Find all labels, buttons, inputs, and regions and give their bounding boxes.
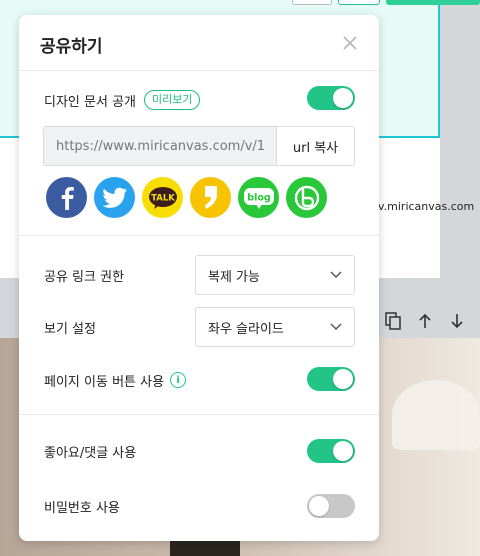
facebook-icon bbox=[61, 186, 74, 210]
password-toggle[interactable] bbox=[307, 494, 355, 518]
toggle-knob bbox=[333, 441, 353, 461]
background-lamp-shape bbox=[392, 380, 480, 450]
naver-blog-share-button[interactable]: blog bbox=[238, 177, 279, 218]
band-share-button[interactable] bbox=[286, 177, 327, 218]
social-share-buttons: TALK blog bbox=[46, 177, 327, 218]
toggle-knob bbox=[333, 369, 353, 389]
facebook-share-button[interactable] bbox=[46, 177, 87, 218]
top-toolbar-button-1[interactable] bbox=[292, 0, 332, 5]
band-icon bbox=[294, 185, 319, 210]
kakaotalk-text: TALK bbox=[151, 193, 175, 203]
kakaotalk-icon: TALK bbox=[148, 186, 177, 209]
view-setting-select[interactable]: 좌우 슬라이드 bbox=[195, 307, 355, 347]
section-divider-1 bbox=[19, 235, 379, 236]
view-setting-label: 보기 설정 bbox=[44, 321, 96, 337]
canvas-url-text: v.miricanvas.com bbox=[378, 200, 475, 213]
top-toolbar-button-2[interactable] bbox=[338, 0, 380, 5]
share-url-input[interactable] bbox=[44, 127, 276, 165]
dialog-header: 공유하기 bbox=[19, 15, 379, 71]
kakaostory-share-button[interactable] bbox=[190, 177, 231, 218]
preview-badge[interactable]: 미리보기 bbox=[144, 90, 201, 110]
toggle-knob bbox=[309, 496, 329, 516]
move-down-icon[interactable] bbox=[446, 310, 468, 332]
password-label: 비밀번호 사용 bbox=[44, 500, 120, 516]
link-permission-value: 복제 가능 bbox=[208, 269, 260, 285]
share-dialog: 공유하기 디자인 문서 공개 미리보기 url 복사 TALK bbox=[19, 15, 379, 541]
page-tools bbox=[382, 310, 468, 332]
dialog-title: 공유하기 bbox=[40, 37, 103, 57]
page-nav-label: 페이지 이동 버튼 사용 bbox=[44, 374, 165, 390]
toggle-knob bbox=[333, 88, 353, 108]
twitter-share-button[interactable] bbox=[94, 177, 135, 218]
likes-comments-toggle[interactable] bbox=[307, 439, 355, 463]
naver-blog-icon: blog bbox=[243, 187, 274, 209]
copy-page-icon[interactable] bbox=[382, 310, 404, 332]
link-permission-label: 공유 링크 권한 bbox=[44, 269, 125, 285]
kakaostory-icon bbox=[204, 185, 217, 209]
share-url-box: url 복사 bbox=[43, 126, 355, 166]
twitter-bird-icon bbox=[101, 187, 127, 208]
move-up-icon[interactable] bbox=[414, 310, 436, 332]
top-toolbar-primary-button[interactable] bbox=[386, 0, 480, 5]
publish-label: 디자인 문서 공개 bbox=[44, 94, 136, 110]
likes-comments-label: 좋아요/댓글 사용 bbox=[44, 445, 137, 461]
chevron-down-icon bbox=[330, 323, 342, 331]
publish-toggle[interactable] bbox=[307, 86, 355, 110]
copy-url-button[interactable]: url 복사 bbox=[276, 127, 354, 165]
view-setting-value: 좌우 슬라이드 bbox=[208, 321, 284, 337]
kakaotalk-share-button[interactable]: TALK bbox=[142, 177, 183, 218]
chevron-down-icon bbox=[330, 271, 342, 279]
section-divider-2 bbox=[19, 414, 379, 415]
naver-blog-text: blog bbox=[247, 192, 270, 203]
close-icon[interactable] bbox=[341, 34, 359, 52]
page-nav-toggle[interactable] bbox=[307, 367, 355, 391]
info-icon[interactable]: i bbox=[170, 372, 187, 388]
link-permission-select[interactable]: 복제 가능 bbox=[195, 255, 355, 295]
